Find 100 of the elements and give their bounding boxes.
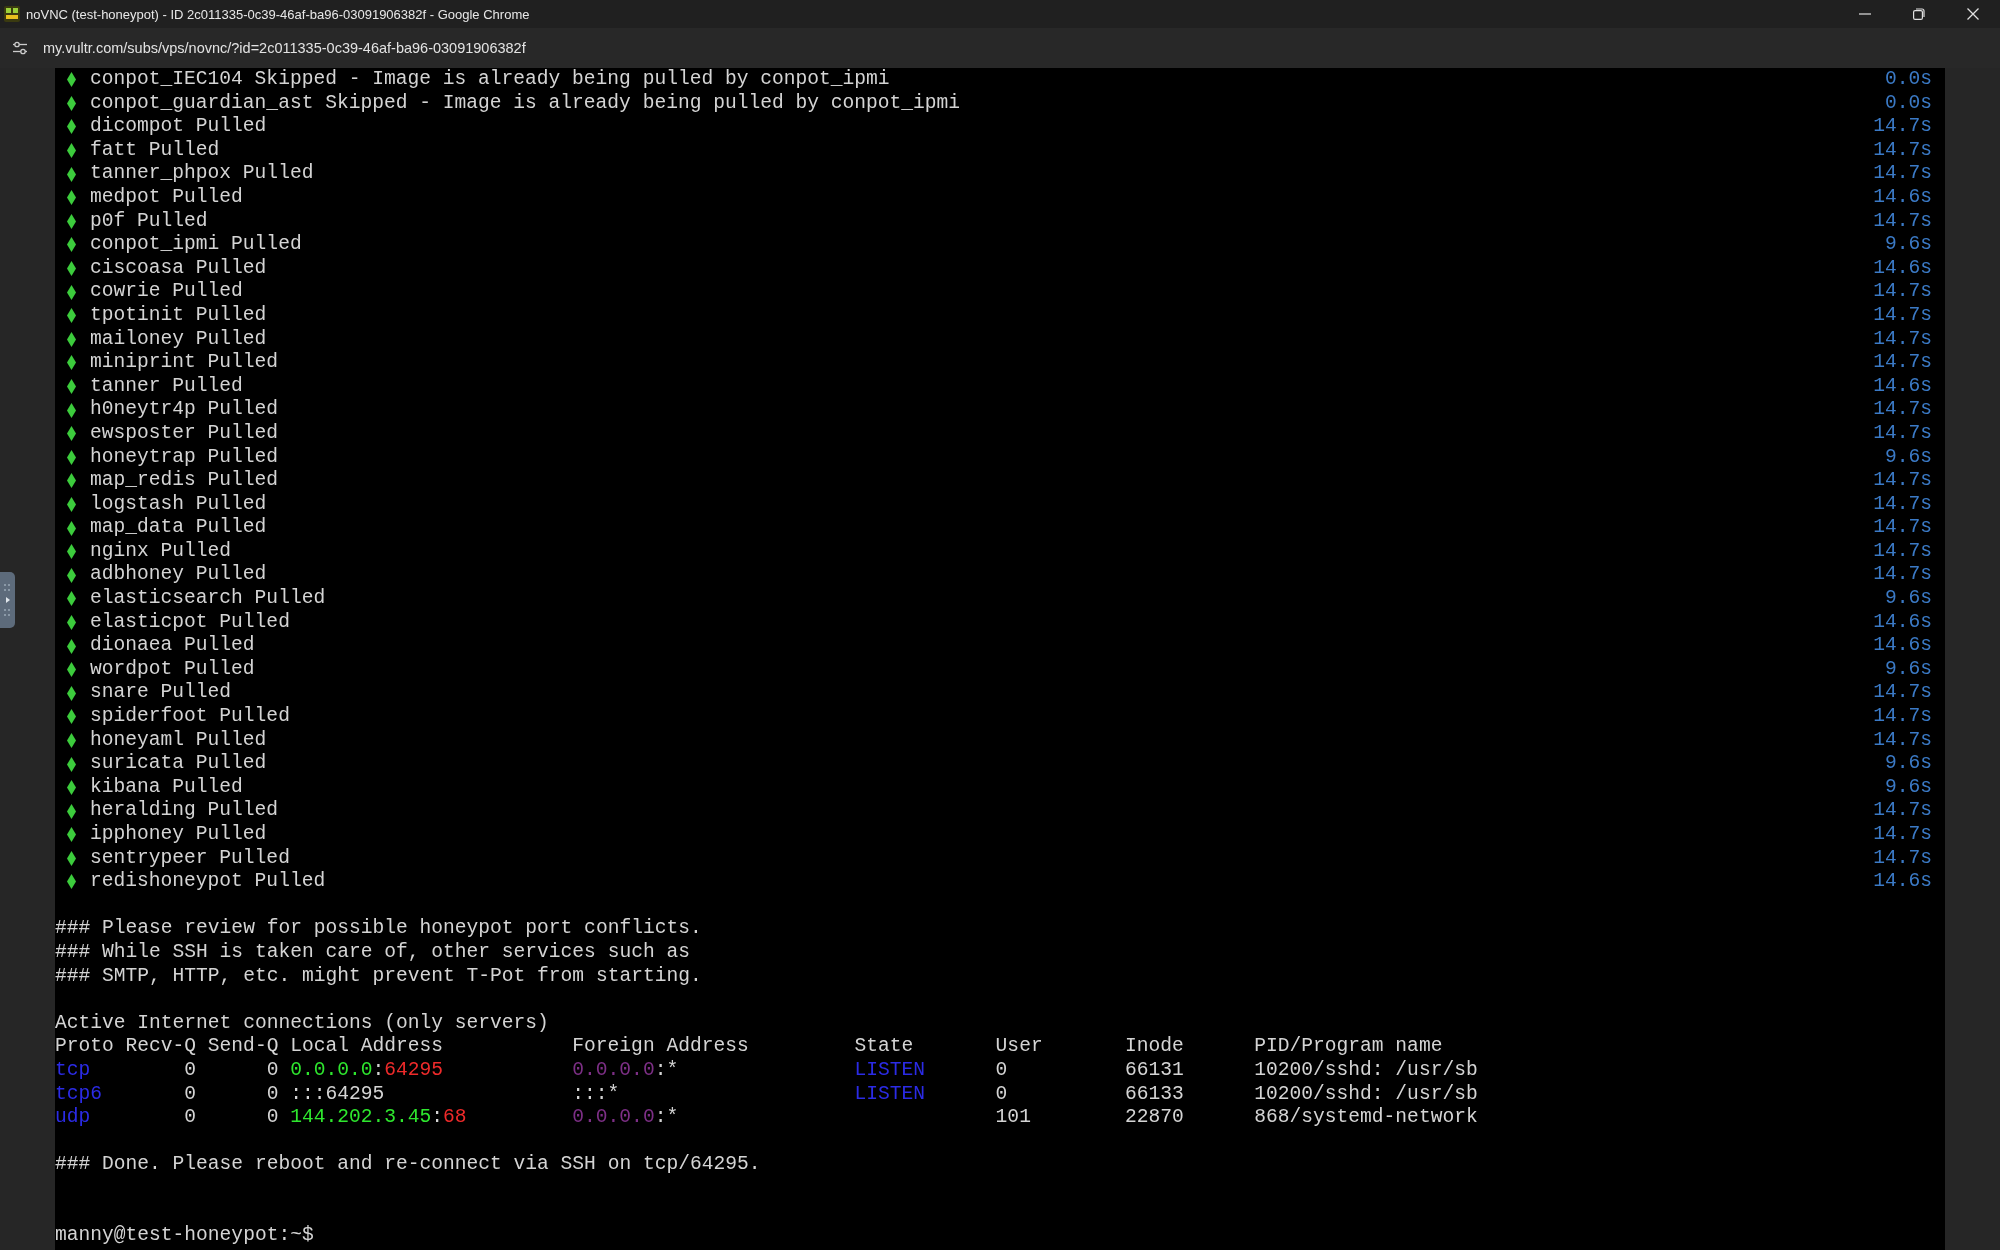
pull-status-text: heralding Pulled [90,799,280,823]
column-header: Recv-Q [125,1035,197,1059]
pull-status-text: tanner Pulled [90,374,244,399]
diamond-icon [67,827,76,843]
table-cell: 10200/sshd: /usr/sb [1254,1058,1478,1083]
done-text: ### Done. Please reboot and re-connect via SSH on tcp/64295. [55,1153,761,1177]
duration-text: 9.6s [1884,587,1932,611]
pull-status-text: kibana Pulled [90,775,244,800]
diamond-icon [67,308,76,324]
duration-text: 14.7s [1873,799,1932,823]
url-field[interactable]: my.vultr.com/subs/vps/novnc/?id=2c011335-0c39-46af-ba96-03091906382f [43,40,526,56]
table-cell: LISTEN [854,1058,926,1083]
pull-status-text: elasticpot Pulled [90,610,291,635]
duration-text: 14.7s [1873,492,1932,517]
column-header: Send-Q [207,1035,279,1059]
table-cell: :::64295 [290,1082,385,1107]
diamond-icon [67,402,76,418]
diamond-icon [67,685,76,701]
pull-status-text: miniprint Pulled [90,351,280,375]
duration-text: 14.7s [1873,563,1932,588]
table-cell: 0 [184,1082,197,1107]
duration-text: 9.6s [1884,445,1932,470]
table-cell: 66133 [1124,1082,1184,1107]
restore-icon [1913,8,1925,20]
duration-text: 9.6s [1884,657,1932,682]
pull-status-text: suricata Pulled [90,752,268,776]
table-cell: :::* [572,1082,620,1107]
table-cell: 22870 [1124,1106,1184,1130]
window-title: noVNC (test-honeypot) - ID 2c011335-0c39-46af-ba96-03091906382f - Google Chrome [26,6,531,22]
diamond-icon [67,95,76,111]
column-header: User [995,1035,1043,1059]
table-cell: 0.0.0.0:64295 [290,1058,443,1083]
duration-text: 14.7s [1873,138,1932,163]
pull-status-text: ciscoasa Pulled [90,256,268,281]
pull-status-text: logstash Pulled [90,492,268,517]
notice-text: ### Please review for possible honeypot port conflicts. [55,917,702,941]
column-header: State [854,1035,914,1059]
duration-text: 14.7s [1873,516,1932,540]
diamond-icon [67,355,76,371]
diamond-icon [67,497,76,512]
diamond-icon [67,520,76,536]
diamond-icon [67,591,76,607]
duration-text: 14.6s [1873,374,1932,399]
duration-text: 0.0s [1884,68,1932,92]
duration-text: 9.6s [1884,775,1932,800]
table-cell: 0 [266,1106,279,1130]
duration-text: 14.7s [1873,728,1932,753]
diamond-icon [67,473,76,489]
pull-status-text: conpot_guardian_ast Skipped - Image is already being pulled by conpot_ipmi [90,91,962,116]
column-header: PID/Program name [1254,1035,1443,1059]
table-cell: tcp6 [55,1082,103,1107]
table-cell: 0 [995,1082,1008,1107]
pull-status-text: dicompot Pulled [90,115,268,139]
pull-status-text: dionaea Pulled [90,634,256,658]
table-cell: 0.0.0.0:* [572,1058,679,1083]
pull-status-text: ipphoney Pulled [90,823,268,847]
pull-status-text: map_redis Pulled [90,469,280,493]
diamond-icon [67,756,76,772]
pull-status-text: conpot_IEC104 Skipped - Image is already being pulled by conpot_ipmi [90,68,891,92]
pull-status-text: spiderfoot Pulled [90,705,291,729]
diamond-icon [67,662,76,678]
table-cell: 0 [184,1106,197,1130]
table-cell: 144.202.3.45:68 [290,1106,467,1130]
netstat-title: Active Internet connections (only servers) [55,1011,549,1036]
column-header: Foreign Address [572,1035,749,1059]
diamond-icon [67,732,76,748]
column-header: Local Address [290,1035,443,1059]
close-icon [1967,8,1979,20]
pull-status-text: wordpot Pulled [90,657,256,682]
table-cell: LISTEN [854,1082,926,1107]
pull-status-text: conpot_ipmi Pulled [90,233,303,257]
diamond-icon [67,261,76,277]
column-header: Proto [55,1035,114,1059]
duration-text: 14.7s [1873,398,1932,422]
duration-text: 14.7s [1873,539,1932,564]
shell-prompt[interactable]: manny@test-honeypot:~$ [55,1224,314,1248]
duration-text: 14.7s [1873,705,1932,729]
pull-status-text: sentrypeer Pulled [90,846,291,871]
diamond-icon [67,567,76,583]
table-cell: 0 [184,1058,197,1083]
duration-text: 9.6s [1884,233,1932,257]
pull-status-text: honeyaml Pulled [90,728,268,753]
pull-status-text: h0neytr4p Pulled [90,398,280,422]
pull-status-text: p0f Pulled [90,209,209,234]
diamond-icon [67,237,76,253]
diamond-icon [67,850,76,866]
notice-text: ### SMTP, HTTP, etc. might prevent T-Pot from starting. [55,964,702,989]
pull-status-text: mailoney Pulled [90,327,268,352]
pull-status-text: adbhoney Pulled [90,563,268,588]
diamond-icon [67,119,76,135]
table-cell: 0 [995,1058,1008,1083]
pull-status-text: tpotinit Pulled [90,303,268,328]
table-cell: 101 [995,1106,1031,1130]
diamond-icon [67,803,76,819]
pull-status-text: snare Pulled [90,681,233,706]
table-cell: 10200/sshd: /usr/sb [1254,1082,1478,1107]
sidebar-handle[interactable] [0,572,15,628]
table-cell: 0 [266,1082,279,1107]
column-header: Inode [1124,1035,1184,1059]
diamond-icon [67,143,76,159]
